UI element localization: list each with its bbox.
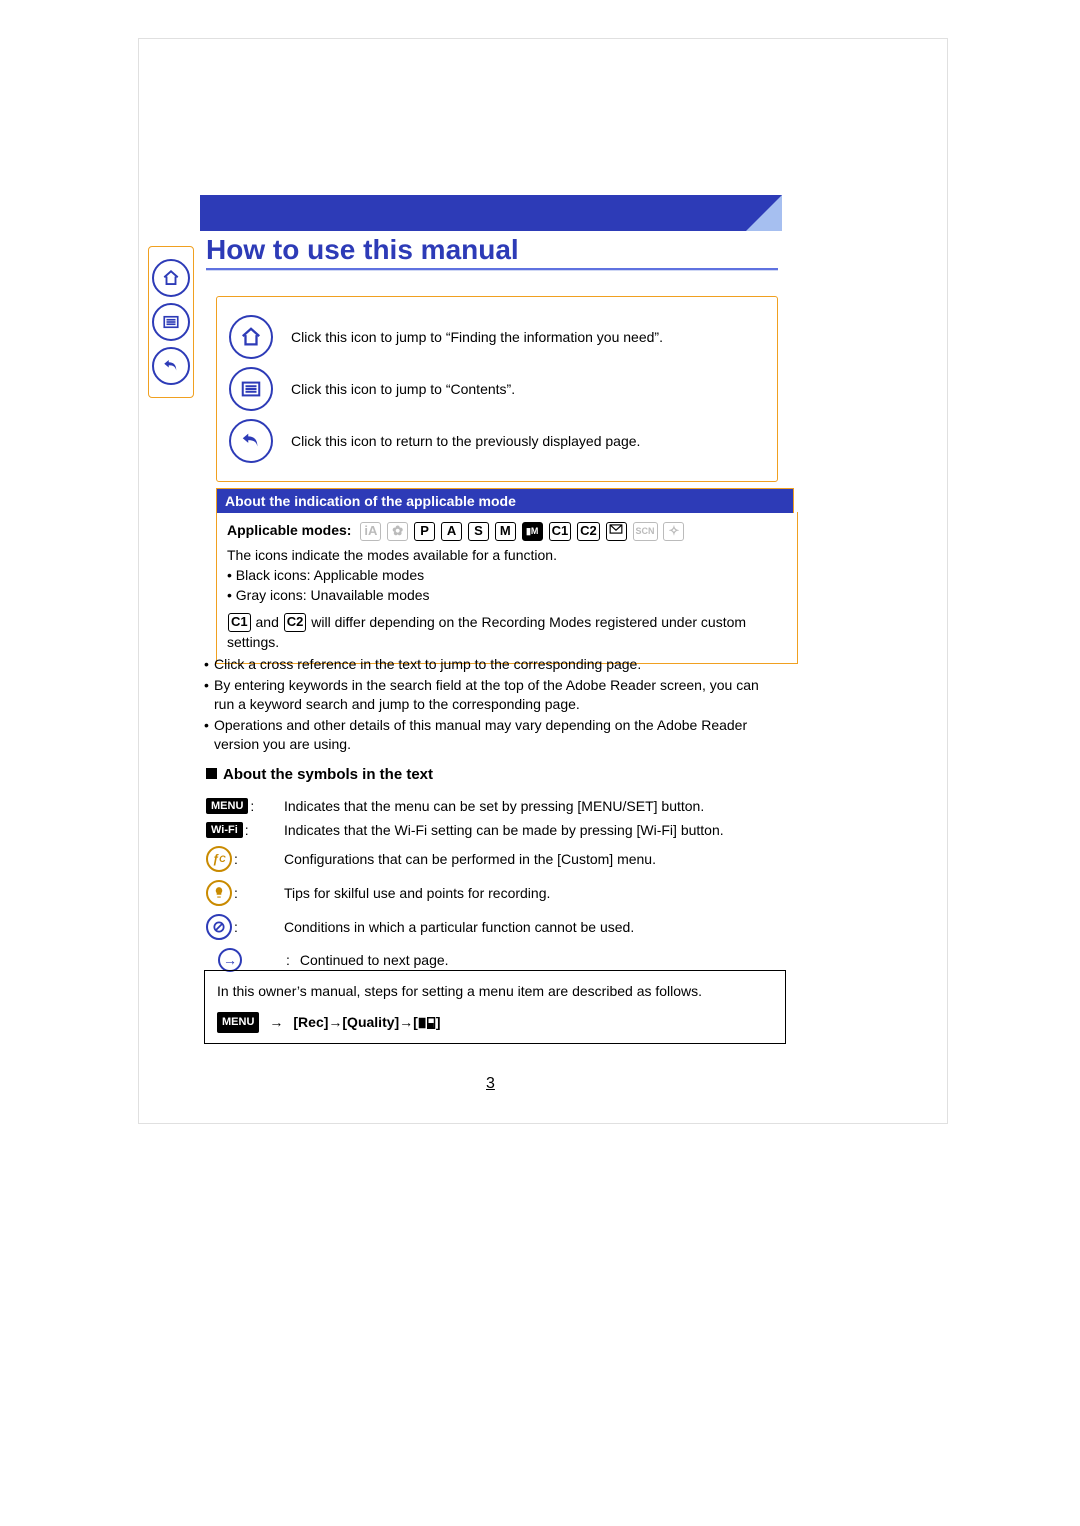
- symbol-next-row: → : Continued to next page.: [206, 948, 780, 972]
- symbol-wifi-row: Wi-Fi: Indicates that the Wi-Fi setting …: [206, 822, 780, 838]
- menu-example-intro: In this owner’s manual, steps for settin…: [217, 981, 773, 1002]
- quality-icon: [418, 1017, 436, 1029]
- home-icon[interactable]: [229, 315, 273, 359]
- header-banner-corner: [746, 195, 782, 231]
- custom-icon: ƒC: [206, 846, 232, 872]
- modes-c-note: C1 and C2 will differ depending on the R…: [227, 612, 787, 653]
- tip-1-text: Click a cross reference in the text to j…: [214, 655, 641, 675]
- modes-label: Applicable modes:: [227, 520, 351, 540]
- mode-m-icon: M: [495, 522, 516, 541]
- menu-path-post: ]: [436, 1014, 441, 1030]
- modes-line: Applicable modes: iA ✿ P A S M ▮M C1 C2 …: [227, 520, 787, 541]
- modes-bullet-gray: • Gray icons: Unavailable modes: [227, 585, 787, 605]
- symbols-table: MENU: Indicates that the menu can be set…: [206, 790, 780, 980]
- modes-box: Applicable modes: iA ✿ P A S M ▮M C1 C2 …: [216, 512, 798, 664]
- symbol-tips-row: : Tips for skilful use and points for re…: [206, 880, 780, 906]
- bulb-icon: [206, 880, 232, 906]
- symbols-header: About the symbols in the text: [206, 766, 433, 783]
- symbol-tips-text: Tips for skilful use and points for reco…: [284, 885, 780, 901]
- tip-1: •Click a cross reference in the text to …: [204, 655, 780, 675]
- mode-ia-icon: iA: [360, 522, 381, 541]
- contents-icon-row: Click this icon to jump to “Contents”.: [217, 367, 777, 411]
- menu-example-path: MENU → [Rec]→[Quality]→[]: [217, 1012, 773, 1033]
- mode-movie-icon: ▮M: [522, 522, 543, 541]
- back-icon-text: Click this icon to return to the previou…: [291, 432, 640, 451]
- mode-scn-icon: SCN: [633, 522, 658, 541]
- mode-creative-icon: ✧: [663, 522, 684, 541]
- tip-2-text: By entering keywords in the search field…: [214, 676, 780, 715]
- mode-panorama-icon: [606, 522, 627, 541]
- contents-icon-text: Click this icon to jump to “Contents”.: [291, 380, 515, 399]
- arrow-icon: →: [269, 1012, 283, 1033]
- page-number[interactable]: 3: [486, 1075, 495, 1093]
- tip-2: •By entering keywords in the search fiel…: [204, 676, 780, 715]
- modes-bullet-black-text: Black icons: Applicable modes: [236, 567, 424, 583]
- symbol-next-text: Continued to next page.: [300, 952, 780, 968]
- page-title: How to use this manual: [206, 234, 519, 266]
- mode-iaplus-icon: ✿: [387, 522, 408, 541]
- back-icon[interactable]: [229, 419, 273, 463]
- symbol-custom-text: Configurations that can be performed in …: [284, 851, 780, 867]
- wifi-badge: Wi-Fi: [206, 822, 243, 838]
- contents-icon[interactable]: [229, 367, 273, 411]
- tip-3: •Operations and other details of this ma…: [204, 716, 780, 755]
- home-icon[interactable]: [152, 259, 190, 297]
- menu-badge: MENU: [217, 1012, 259, 1033]
- modes-section-header: About the indication of the applicable m…: [216, 488, 794, 513]
- home-icon-row: Click this icon to jump to “Finding the …: [217, 315, 777, 359]
- symbol-menu-row: MENU: Indicates that the menu can be set…: [206, 798, 780, 814]
- mode-s-icon: S: [468, 522, 489, 541]
- mode-a-icon: A: [441, 522, 462, 541]
- symbol-custom-row: ƒC: Configurations that can be performed…: [206, 846, 780, 872]
- mode-p-icon: P: [414, 522, 435, 541]
- menu-path-text: [Rec]→[Quality]→[]: [293, 1012, 440, 1033]
- symbol-wifi-text: Indicates that the Wi-Fi setting can be …: [284, 822, 780, 838]
- mode-c1-icon: C1: [549, 522, 572, 541]
- title-underline: [206, 268, 778, 271]
- side-nav-strip: [148, 246, 194, 398]
- symbol-prohibit-row: : Conditions in which a particular funct…: [206, 914, 780, 940]
- mode-c2-icon: C2: [577, 522, 600, 541]
- modes-bullet-gray-text: Gray icons: Unavailable modes: [236, 587, 430, 603]
- tip-3-text: Operations and other details of this man…: [214, 716, 780, 755]
- next-page-icon: →: [218, 948, 242, 972]
- back-icon[interactable]: [152, 347, 190, 385]
- home-icon-text: Click this icon to jump to “Finding the …: [291, 328, 663, 347]
- mode-c1-icon: C1: [228, 613, 251, 632]
- prohibit-icon: [206, 914, 232, 940]
- c-note-pre: and: [252, 614, 283, 630]
- nav-icons-box: Click this icon to jump to “Finding the …: [216, 296, 778, 482]
- tips-list: •Click a cross reference in the text to …: [204, 654, 780, 756]
- back-icon-row: Click this icon to return to the previou…: [217, 419, 777, 463]
- modes-desc: The icons indicate the modes available f…: [227, 545, 787, 565]
- header-banner: [200, 195, 782, 231]
- menu-example-box: In this owner’s manual, steps for settin…: [204, 970, 786, 1044]
- symbol-menu-text: Indicates that the menu can be set by pr…: [284, 798, 780, 814]
- menu-badge: MENU: [206, 798, 248, 814]
- symbol-prohibit-text: Conditions in which a particular functio…: [284, 919, 780, 935]
- contents-icon[interactable]: [152, 303, 190, 341]
- page: How to use this manual Click this icon t…: [0, 0, 1080, 1526]
- mode-c2-icon: C2: [284, 613, 307, 632]
- menu-path-pre: [Rec]→[Quality]→[: [293, 1014, 417, 1030]
- modes-bullet-black: • Black icons: Applicable modes: [227, 565, 787, 585]
